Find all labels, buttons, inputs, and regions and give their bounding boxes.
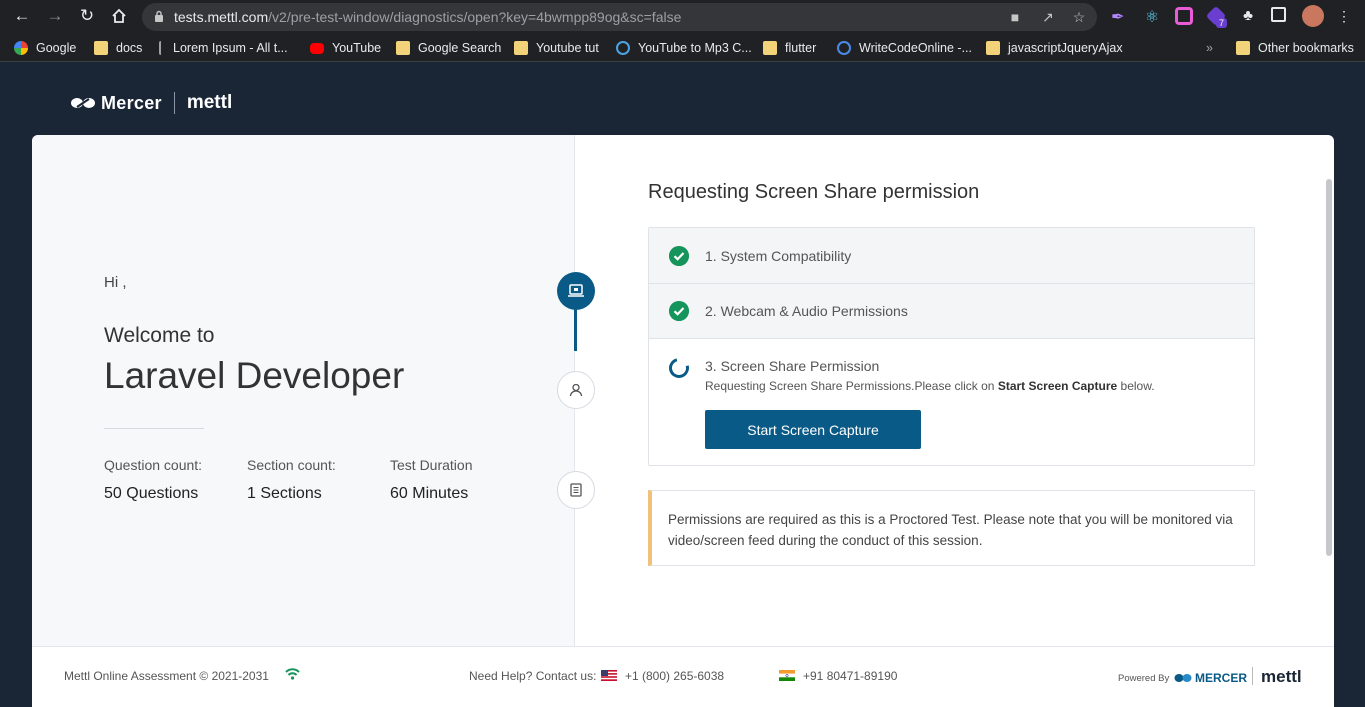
download-icon bbox=[616, 41, 630, 55]
bookmark-google-search[interactable]: Google Search bbox=[396, 40, 501, 56]
step-progress-line bbox=[574, 305, 577, 351]
reload-icon[interactable]: ↻ bbox=[76, 5, 98, 27]
greeting: Hi , bbox=[104, 274, 127, 291]
bookmark-youtube-tut[interactable]: Youtube tut bbox=[514, 40, 599, 56]
code-icon bbox=[837, 41, 851, 55]
check-circle-icon bbox=[669, 301, 689, 321]
bookmark-other[interactable]: Other bookmarks bbox=[1236, 40, 1354, 56]
step-profile bbox=[557, 371, 595, 409]
bookmarks-overflow-icon[interactable]: » bbox=[1206, 40, 1213, 56]
bookmark-docs[interactable]: docs bbox=[94, 40, 142, 56]
footer-logo-divider bbox=[1252, 667, 1253, 685]
start-screen-capture-button[interactable]: Start Screen Capture bbox=[705, 410, 921, 449]
bookmark-writecodeonline[interactable]: WriteCodeOnline -... bbox=[837, 40, 972, 56]
bookmark-star-icon[interactable]: ☆ bbox=[1071, 9, 1087, 25]
us-flag-icon bbox=[601, 670, 617, 681]
youtube-icon bbox=[310, 42, 324, 54]
google-icon bbox=[14, 41, 28, 55]
folder-icon bbox=[1236, 41, 1250, 55]
welcome-text: Welcome to bbox=[104, 324, 215, 347]
share-icon[interactable]: ↗ bbox=[1040, 9, 1056, 25]
bookmark-flutter[interactable]: flutter bbox=[763, 40, 816, 56]
react-extension-icon[interactable]: ⚛ bbox=[1143, 7, 1161, 26]
test-info-panel: Hi , Welcome to Laravel Developer Questi… bbox=[32, 135, 575, 646]
menu-icon[interactable]: ⋮ bbox=[1333, 5, 1355, 27]
camera-icon[interactable]: ■ bbox=[1007, 9, 1023, 25]
color-extension-icon[interactable] bbox=[1175, 7, 1193, 25]
bookmark-youtube-mp3[interactable]: YouTube to Mp3 C... bbox=[616, 40, 752, 56]
back-icon[interactable]: ← bbox=[11, 5, 33, 27]
step-description: Requesting Screen Share Permissions.Plea… bbox=[705, 379, 1155, 393]
wifi-icon bbox=[285, 668, 300, 680]
step-label: 2. Webcam & Audio Permissions bbox=[705, 303, 908, 319]
step-label: 1. System Compatibility bbox=[705, 248, 852, 264]
step-row-system-compatibility: 1. System Compatibility bbox=[649, 228, 1254, 284]
india-phone[interactable]: +91 80471-89190 bbox=[803, 669, 897, 683]
mettl-logo-text: mettl bbox=[186, 92, 233, 113]
folder-icon bbox=[514, 41, 528, 55]
lock-icon bbox=[155, 10, 163, 22]
url-text: tests.mettl.com/v2/pre-test-window/diagn… bbox=[174, 9, 682, 25]
laptop-icon bbox=[568, 284, 584, 297]
divider bbox=[104, 428, 204, 429]
powered-by-text: Powered By bbox=[1118, 673, 1170, 684]
diagnostics-card: Hi , Welcome to Laravel Developer Questi… bbox=[32, 135, 1334, 707]
feather-extension-icon[interactable]: ✒ bbox=[1111, 7, 1129, 26]
india-flag-icon bbox=[779, 670, 795, 681]
check-circle-icon bbox=[669, 246, 689, 266]
forward-icon[interactable]: → bbox=[44, 5, 66, 27]
page-icon bbox=[159, 41, 165, 55]
browser-toolbar: ← → ↻ tests.mettl.com/v2/pre-test-window… bbox=[0, 0, 1365, 34]
step-instructions bbox=[557, 471, 595, 509]
step-label: 3. Screen Share Permission bbox=[705, 358, 880, 374]
test-duration: Test Duration 60 Minutes bbox=[390, 457, 473, 502]
test-title: Laravel Developer bbox=[104, 355, 405, 396]
mercer-mettl-logo: Mercer mettl bbox=[70, 89, 232, 117]
mercer-logo-icon bbox=[1174, 674, 1192, 682]
folder-icon bbox=[986, 41, 1000, 55]
side-panel-icon[interactable] bbox=[1271, 7, 1286, 22]
bookmarks-bar: Google docs Lorem Ipsum - All t... YouTu… bbox=[0, 34, 1365, 62]
avatar[interactable] bbox=[1302, 5, 1324, 27]
bookmark-javascript[interactable]: javascriptJqueryAjax bbox=[986, 40, 1123, 56]
footer-mercer-text: MERCER bbox=[1195, 671, 1248, 685]
bookmark-google[interactable]: Google bbox=[14, 40, 76, 56]
bookmark-youtube[interactable]: YouTube bbox=[310, 40, 381, 56]
step-row-webcam-audio: 2. Webcam & Audio Permissions bbox=[649, 284, 1254, 339]
address-bar[interactable]: tests.mettl.com/v2/pre-test-window/diagn… bbox=[142, 3, 1097, 31]
us-phone[interactable]: +1 (800) 265-6038 bbox=[625, 669, 724, 683]
question-count: Question count: 50 Questions bbox=[104, 457, 203, 502]
step-device-check bbox=[557, 272, 595, 310]
logo-divider bbox=[173, 92, 175, 114]
extension-badge: 7 bbox=[1216, 18, 1228, 28]
folder-icon bbox=[763, 41, 777, 55]
home-icon[interactable] bbox=[108, 5, 130, 27]
scrollbar[interactable] bbox=[1326, 179, 1332, 556]
footer-mettl-text: mettl bbox=[1261, 667, 1302, 686]
puzzle-icon[interactable]: ♣ bbox=[1239, 7, 1257, 25]
document-icon bbox=[570, 483, 582, 497]
permission-steps: 1. System Compatibility 2. Webcam & Audi… bbox=[648, 227, 1255, 466]
folder-icon bbox=[94, 41, 108, 55]
bookmark-lorem[interactable]: Lorem Ipsum - All t... bbox=[159, 40, 288, 56]
user-icon bbox=[569, 383, 583, 397]
folder-icon bbox=[396, 41, 410, 55]
mercer-logo-icon bbox=[71, 98, 95, 108]
loading-spinner-icon bbox=[665, 354, 693, 382]
mercer-logo-text: Mercer bbox=[101, 92, 162, 113]
help-text: Need Help? Contact us: bbox=[469, 669, 597, 683]
page-title: Requesting Screen Share permission bbox=[648, 181, 980, 203]
copyright-text: Mettl Online Assessment © 2021-2031 bbox=[64, 669, 269, 683]
section-count: Section count: 1 Sections bbox=[247, 457, 336, 502]
proctoring-notice: Permissions are required as this is a Pr… bbox=[648, 490, 1255, 566]
notice-text: Permissions are required as this is a Pr… bbox=[668, 512, 1233, 548]
footer: Mettl Online Assessment © 2021-2031 Need… bbox=[32, 646, 1334, 707]
